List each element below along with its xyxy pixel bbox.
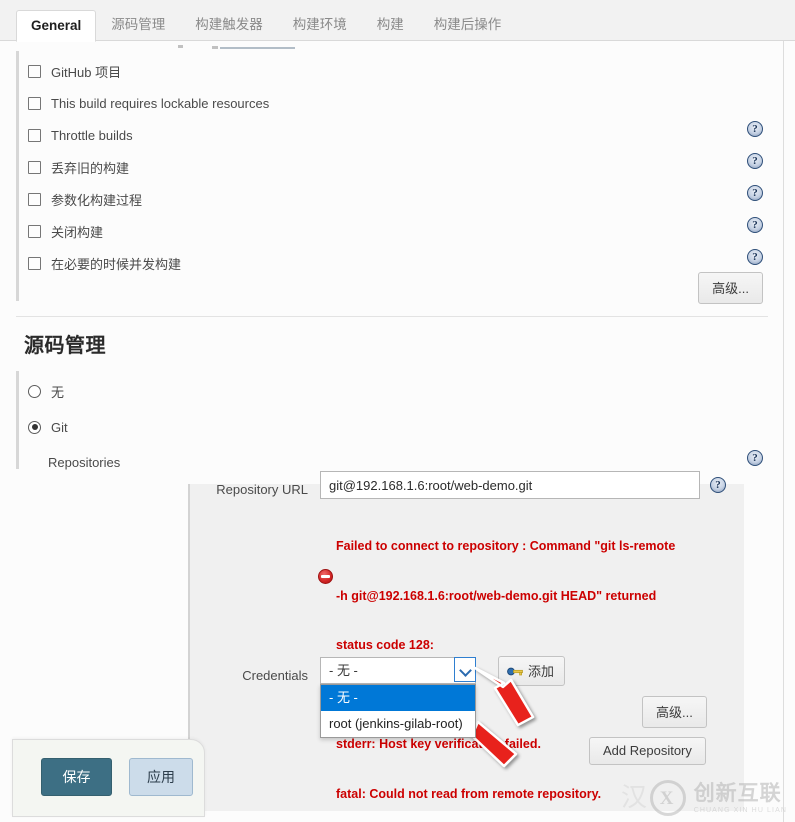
checkbox-disable-build[interactable]: [28, 224, 41, 238]
help-icon-discard-old-builds[interactable]: ?: [747, 153, 763, 169]
error-line-1: Failed to connect to repository : Comman…: [336, 539, 676, 553]
add-credentials-button[interactable]: 添加: [498, 656, 566, 686]
config-tab-bar: General 源码管理 构建触发器 构建环境 构建 构建后操作: [0, 0, 795, 42]
checkbox-row-throttle-builds[interactable]: Throttle builds: [28, 119, 548, 151]
add-repository-button[interactable]: Add Repository: [589, 737, 706, 765]
error-line-2: -h git@192.168.1.6:root/web-demo.git HEA…: [336, 588, 657, 603]
scm-section-title: 源码管理: [24, 335, 106, 357]
checkbox-label-discard-old-builds: 丢弃旧的构建: [51, 160, 130, 176]
section-divider-top: [16, 316, 768, 317]
add-credentials-label: 添加: [528, 664, 555, 679]
tab-general[interactable]: General: [16, 10, 97, 42]
checkbox-row-github-project[interactable]: GitHub 项目: [28, 55, 548, 87]
watermark-sub-label: CHUANG XIN HU LIAN: [693, 806, 787, 814]
checkbox-concurrent-builds[interactable]: [28, 256, 41, 270]
tab-post-build-label: 构建后操作: [433, 17, 502, 32]
checkbox-label-throttle-builds: Throttle builds: [51, 127, 133, 143]
repository-advanced-button[interactable]: 高级...: [642, 696, 707, 728]
config-action-bar: 保存 应用: [12, 739, 205, 817]
tab-build-environment[interactable]: 构建环境: [278, 9, 362, 41]
radio-row-git[interactable]: Git: [28, 413, 68, 441]
tab-build-label: 构建: [376, 17, 404, 32]
watermark-main-label: 创新互联: [693, 781, 782, 805]
credentials-label: Credentials: [242, 668, 308, 683]
watermark-text: 创新互联 CHUANG XIN HU LIAN: [694, 783, 787, 814]
watermark-ghost-stroke: 汉: [620, 783, 647, 812]
checkbox-label-disable-build: 关闭构建: [51, 224, 104, 240]
key-icon: [507, 665, 523, 676]
radio-scm-git[interactable]: [28, 420, 41, 434]
watermark: X 创新互联 CHUANG XIN HU LIAN: [649, 780, 787, 816]
error-icon: [318, 569, 333, 584]
credentials-select[interactable]: - 无 -: [320, 657, 476, 684]
general-advanced-button[interactable]: 高级...: [698, 272, 763, 304]
checkbox-row-concurrent-builds[interactable]: 在必要的时候并发构建: [28, 247, 548, 279]
help-icon-repositories[interactable]: ?: [747, 450, 763, 466]
ghost-underline: [220, 47, 295, 49]
credentials-select-wrap: - 无 - - 无 - root (jenkins-gilab-root): [320, 657, 476, 738]
scrolled-content-sliver: [170, 41, 350, 53]
checkbox-row-parameterized-build[interactable]: 参数化构建过程: [28, 183, 548, 215]
ghost-mark-right: [212, 46, 218, 49]
tab-scm[interactable]: 源码管理: [96, 9, 180, 41]
apply-button[interactable]: 应用: [129, 758, 193, 796]
checkbox-lockable-resources[interactable]: [28, 96, 41, 110]
jenkins-job-config-page: General 源码管理 构建触发器 构建环境 构建 构建后操作 GitHub …: [0, 0, 795, 822]
checkbox-throttle-builds[interactable]: [28, 128, 41, 142]
radio-label-scm-none: 无: [51, 384, 65, 400]
repository-url-label: Repository URL: [216, 482, 308, 497]
scm-section-stripe: [16, 371, 19, 469]
help-icon-concurrent-builds[interactable]: ?: [747, 249, 763, 265]
checkbox-discard-old-builds[interactable]: [28, 160, 41, 174]
tab-build-triggers-label: 构建触发器: [195, 17, 263, 32]
watermark-logo-icon: X: [649, 780, 686, 816]
checkbox-label-concurrent-builds: 在必要的时候并发构建: [51, 256, 182, 272]
help-icon-repository-url[interactable]: ?: [710, 477, 726, 493]
tab-build-triggers[interactable]: 构建触发器: [180, 9, 278, 41]
checkbox-label-lockable-resources: This build requires lockable resources: [51, 95, 270, 111]
radio-label-scm-git: Git: [51, 419, 68, 435]
error-line-3: status code 128:: [336, 638, 434, 652]
credentials-option-root[interactable]: root (jenkins-gilab-root): [321, 711, 475, 737]
ghost-mark-left: [178, 45, 183, 48]
tab-scm-label: 源码管理: [111, 17, 166, 32]
config-tabs: General 源码管理 构建触发器 构建环境 构建 构建后操作: [16, 9, 517, 42]
credentials-dropdown: - 无 - root (jenkins-gilab-root): [320, 684, 476, 738]
save-button[interactable]: 保存: [41, 758, 112, 796]
radio-row-none[interactable]: 无: [28, 377, 68, 405]
tab-build-environment-label: 构建环境: [292, 17, 347, 32]
tab-build[interactable]: 构建: [362, 9, 419, 41]
checkbox-parameterized-build[interactable]: [28, 192, 41, 206]
checkbox-row-discard-old-builds[interactable]: 丢弃旧的构建: [28, 151, 548, 183]
checkbox-row-lockable-resources[interactable]: This build requires lockable resources: [28, 87, 548, 119]
general-options-list: GitHub 项目 This build requires lockable r…: [28, 55, 548, 279]
general-section-stripe: [16, 51, 19, 301]
checkbox-row-disable-build[interactable]: 关闭构建: [28, 215, 548, 247]
repositories-label: Repositories: [48, 455, 121, 470]
help-icon-throttle-builds[interactable]: ?: [747, 121, 763, 137]
radio-scm-none[interactable]: [28, 384, 41, 398]
credentials-option-none[interactable]: - 无 -: [321, 685, 475, 711]
tab-general-label: General: [31, 18, 82, 33]
watermark-mark-label: X: [659, 788, 674, 809]
config-content: GitHub 项目 This build requires lockable r…: [0, 41, 784, 822]
chevron-down-icon[interactable]: [454, 657, 476, 682]
checkbox-label-github-project: GitHub 项目: [51, 64, 122, 80]
checkbox-github-project[interactable]: [28, 64, 41, 78]
checkbox-label-parameterized-build: 参数化构建过程: [51, 192, 143, 208]
help-icon-disable-build[interactable]: ?: [747, 217, 763, 233]
scm-radio-group: 无 Git: [28, 377, 68, 441]
help-icon-parameterized-build[interactable]: ?: [747, 185, 763, 201]
tab-post-build[interactable]: 构建后操作: [419, 9, 517, 41]
repository-url-input[interactable]: [320, 471, 700, 499]
